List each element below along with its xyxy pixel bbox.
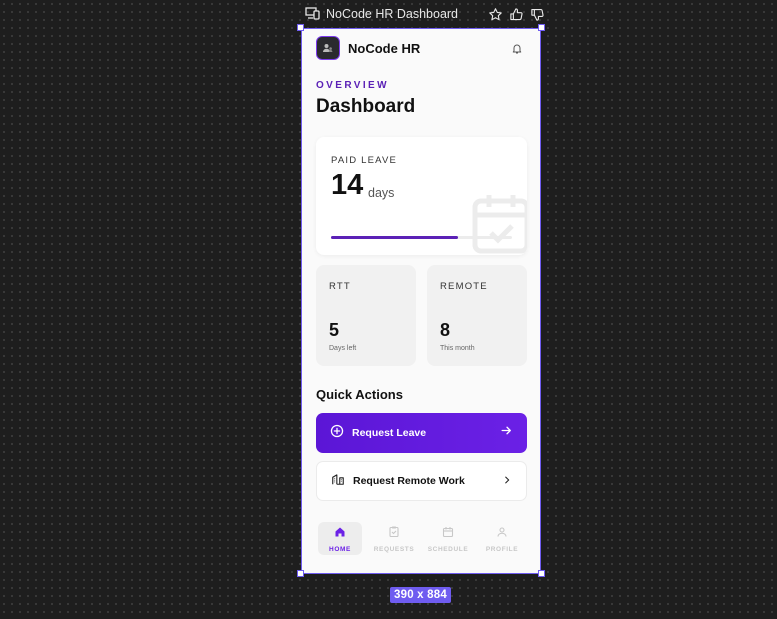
remote-label: REMOTE: [440, 281, 488, 292]
paid-leave-progress: [331, 236, 512, 239]
page-title: Dashboard: [316, 96, 416, 117]
person-icon: [496, 525, 508, 543]
nav-requests[interactable]: REQUESTS: [372, 522, 416, 555]
resize-handle-bottom-left[interactable]: [297, 570, 304, 577]
app-header: NoCode HR: [316, 35, 524, 61]
rtt-subtext: Days left: [329, 345, 357, 352]
resize-handle-top-right[interactable]: [538, 24, 545, 31]
request-remote-button[interactable]: Request Remote Work: [316, 461, 527, 501]
app-logo: [316, 36, 340, 60]
home-icon: [334, 525, 346, 543]
star-icon[interactable]: [487, 6, 503, 22]
bottom-nav: HOME REQUESTS SCHEDULE PROFILE: [302, 519, 540, 573]
calendar-icon: [442, 525, 454, 543]
paid-leave-value: 14: [331, 169, 364, 201]
resize-handle-bottom-right[interactable]: [538, 570, 545, 577]
nav-schedule-label: SCHEDULE: [427, 545, 469, 553]
nav-home-label: HOME: [329, 545, 351, 553]
nav-profile-label: PROFILE: [485, 545, 519, 553]
paid-leave-card: PAID LEAVE 14 days: [316, 137, 527, 255]
preview-title: NoCode HR Dashboard: [326, 7, 459, 21]
resize-handle-top-left[interactable]: [297, 24, 304, 31]
frame-size-badge: 390 x 884: [390, 587, 451, 603]
paid-leave-unit: days: [368, 186, 395, 200]
plus-circle-icon: [330, 424, 344, 443]
nav-requests-label: REQUESTS: [373, 545, 415, 553]
devices-icon: [305, 7, 321, 21]
remote-subtext: This month: [440, 345, 475, 352]
request-remote-label: Request Remote Work: [353, 475, 465, 487]
device-frame: NoCode HR OVERVIEW Dashboard PAID LEAVE …: [301, 28, 541, 574]
paid-leave-label: PAID LEAVE: [331, 155, 398, 166]
thumbs-down-icon[interactable]: [529, 6, 545, 22]
bell-icon[interactable]: [510, 41, 524, 55]
rtt-label: RTT: [329, 281, 351, 292]
paid-leave-progress-fill: [331, 236, 458, 239]
chevron-right-icon: [502, 472, 512, 490]
building-icon: [331, 472, 345, 491]
calendar-check-icon: [471, 193, 527, 255]
thumbs-up-icon[interactable]: [508, 6, 524, 22]
request-leave-label: Request Leave: [352, 427, 427, 439]
clipboard-icon: [388, 525, 400, 543]
remote-value: 8: [440, 320, 451, 340]
remote-card: REMOTE 8 This month: [427, 265, 527, 366]
arrow-right-icon: [500, 424, 513, 442]
rtt-card: RTT 5 Days left: [316, 265, 416, 366]
request-leave-button[interactable]: Request Leave: [316, 413, 527, 453]
section-overline: OVERVIEW: [316, 80, 389, 91]
preview-toolbar: NoCode HR Dashboard: [305, 5, 545, 23]
quick-actions-title: Quick Actions: [316, 387, 403, 402]
rtt-value: 5: [329, 320, 340, 340]
nav-home[interactable]: HOME: [318, 522, 362, 555]
nav-schedule[interactable]: SCHEDULE: [426, 522, 470, 555]
nav-profile[interactable]: PROFILE: [480, 522, 524, 555]
app-name: NoCode HR: [348, 40, 421, 56]
